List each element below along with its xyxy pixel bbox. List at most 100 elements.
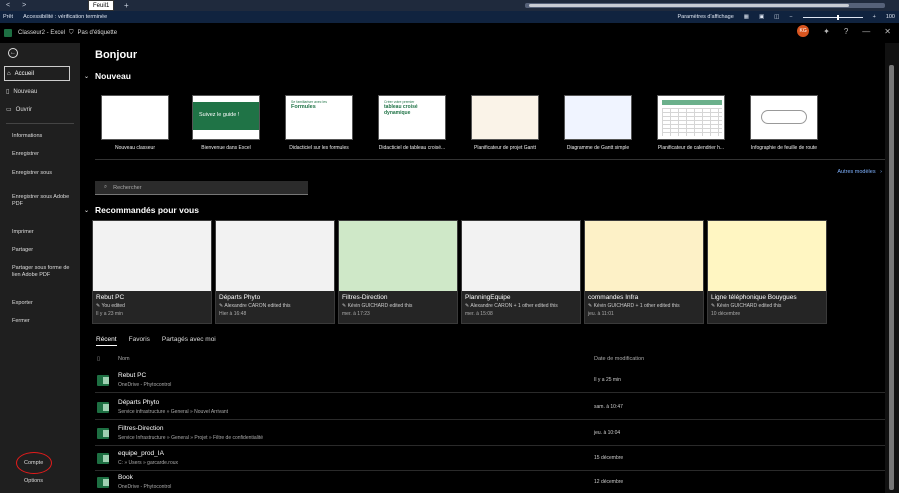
- zoom-in-icon[interactable]: +: [873, 14, 876, 20]
- template-label: Infographie de feuille de route: [750, 145, 818, 151]
- more-templates-link[interactable]: Autres modèles ›: [837, 169, 882, 175]
- nav-item-partager-lien-pdf[interactable]: Partager sous forme de lien Adobe PDF: [12, 265, 72, 279]
- template-bienvenue[interactable]: Suivez le guide ! Bienvenue dans Excel: [192, 95, 260, 151]
- nav-item-ouvrir[interactable]: ▭ Ouvrir: [6, 106, 32, 114]
- divider: [95, 159, 890, 160]
- horizontal-scrollbar[interactable]: [525, 3, 885, 8]
- add-sheet-button[interactable]: +: [124, 0, 129, 11]
- template-formules[interactable]: Se familiariser avec les Formules Didact…: [285, 95, 353, 151]
- help-icon[interactable]: ?: [844, 27, 848, 36]
- template-infographie[interactable]: Infographie de feuille de route: [750, 95, 818, 151]
- zoom-out-icon[interactable]: −: [789, 14, 792, 20]
- section-header-recommandes[interactable]: ⌄ Recommandés pour vous: [84, 205, 199, 215]
- template-tableau-croise[interactable]: Créer votre premier tableau croisé dynam…: [378, 95, 446, 151]
- sheet-tab[interactable]: Feuil1: [88, 0, 115, 11]
- nav-item-enregistrer-sous[interactable]: Enregistrer sous: [12, 170, 72, 177]
- nav-item-options[interactable]: Options: [24, 478, 84, 485]
- chevron-down-icon: ⌄: [84, 73, 90, 80]
- card-editor-text: You edited: [101, 303, 125, 309]
- nav-item-fermer[interactable]: Fermer: [12, 318, 72, 325]
- nav-item-imprimer[interactable]: Imprimer: [12, 229, 72, 236]
- file-row[interactable]: Book OneDrive - Phytocontrol 12 décembre: [95, 470, 890, 493]
- file-row[interactable]: Rebut PC OneDrive - Phytocontrol Il y a …: [95, 368, 890, 393]
- template-gantt-projet[interactable]: Planificateur de projet Gantt: [471, 95, 539, 151]
- card-editor: ✎ You edited: [93, 301, 211, 309]
- template-label: Didacticiel de tableau croisé...: [378, 145, 446, 151]
- nav-item-informations[interactable]: Informations: [12, 133, 72, 140]
- backstage-main: Bonjour ⌄ Nouveau Nouveau classeur Suive…: [80, 43, 890, 493]
- nav-item-label: Nouveau: [13, 88, 38, 95]
- card-title: Ligne téléphonique Bouygues: [711, 294, 797, 301]
- zoom-level[interactable]: 100: [886, 14, 895, 20]
- scrollbar-thumb[interactable]: [889, 65, 894, 490]
- file-row[interactable]: equipe_prod_IA C: » Users » garcarde.rou…: [95, 446, 890, 471]
- file-date: 12 décembre: [594, 479, 624, 485]
- vertical-scrollbar[interactable]: [885, 43, 899, 493]
- copilot-icon[interactable]: ✦: [823, 27, 830, 36]
- template-calendrier[interactable]: Planificateur de calendrier h...: [657, 95, 725, 151]
- display-settings[interactable]: Paramètres d'affichage: [677, 14, 733, 20]
- template-thumbnail: [750, 95, 818, 140]
- template-label: Planificateur de projet Gantt: [474, 145, 536, 151]
- recommended-card[interactable]: Filtres-Direction ✎ Kévin GUICHARD edite…: [338, 220, 458, 324]
- zoom-slider[interactable]: [802, 14, 863, 20]
- nav-item-exporter[interactable]: Exporter: [12, 300, 72, 307]
- nav-item-nouveau[interactable]: ▯ Nouveau: [6, 88, 38, 96]
- thumb-caption: tableau croisé dynamique: [384, 104, 418, 116]
- forward-arrow-icon[interactable]: >: [16, 2, 32, 9]
- back-button-icon[interactable]: ←: [8, 48, 18, 58]
- section-header-nouveau[interactable]: ⌄ Nouveau: [84, 71, 131, 81]
- normal-view-icon[interactable]: ▦: [744, 14, 749, 20]
- section-title: Recommandés pour vous: [95, 205, 199, 215]
- template-gantt-simple[interactable]: Diagramme de Gantt simple: [564, 95, 632, 151]
- home-icon: ⌂: [7, 70, 11, 77]
- file-row[interactable]: Départs Phyto Service infrastructure » G…: [95, 395, 890, 420]
- column-date[interactable]: Date de modification: [594, 356, 644, 362]
- page-break-icon[interactable]: ◫: [774, 14, 779, 20]
- recommended-card[interactable]: Ligne téléphonique Bouygues ✎ Kévin GUIC…: [707, 220, 827, 324]
- file-name: Book: [118, 474, 133, 481]
- card-title: Départs Phyto: [219, 294, 261, 301]
- nav-item-enregistrer[interactable]: Enregistrer: [12, 151, 72, 158]
- search-input[interactable]: ⌕ Rechercher: [95, 181, 308, 195]
- card-title: Rebut PC: [96, 294, 125, 301]
- recommended-card[interactable]: PlanningEquipe ✎ Alexandre CARON + 1 oth…: [461, 220, 581, 324]
- tab-partages[interactable]: Partagés avec moi: [162, 336, 216, 346]
- sensitivity-label[interactable]: Pas d'étiquette: [78, 30, 118, 36]
- nav-item-enregistrer-adobe-pdf[interactable]: Enregistrer sous Adobe PDF: [12, 194, 72, 208]
- file-name: Départs Phyto: [118, 399, 160, 406]
- close-icon[interactable]: ✕: [884, 27, 891, 36]
- accessibility-status[interactable]: Accessibilité : vérification terminée: [23, 14, 107, 20]
- status-bar: Prêt Accessibilité : vérification termin…: [0, 11, 899, 23]
- tab-recent[interactable]: Récent: [96, 336, 117, 346]
- recommended-card[interactable]: Rebut PC ✎ You edited Il y a 23 min: [92, 220, 212, 324]
- new-file-icon: ▯: [6, 89, 10, 95]
- excel-file-icon: [97, 375, 109, 386]
- back-arrow-icon[interactable]: <: [0, 2, 16, 9]
- card-editor-text: Kévin GUICHARD edited this: [347, 303, 413, 309]
- template-thumbnail: [471, 95, 539, 140]
- nav-item-accueil[interactable]: ⌂ Accueil: [4, 66, 70, 81]
- avatar[interactable]: KG: [797, 25, 810, 37]
- template-nouveau-classeur[interactable]: Nouveau classeur: [101, 95, 169, 151]
- column-name[interactable]: Nom: [118, 356, 130, 362]
- file-date: Il y a 25 min: [594, 377, 621, 383]
- minimize-icon[interactable]: —: [862, 27, 870, 36]
- nav-item-partager[interactable]: Partager: [12, 247, 72, 254]
- thumb-caption: Formules: [291, 104, 316, 110]
- recommended-card[interactable]: commandes Infra ✎ Kévin GUICHARD + 1 oth…: [584, 220, 704, 324]
- file-name: Filtres-Direction: [118, 425, 164, 432]
- card-date: mer. à 15:08: [465, 311, 493, 317]
- file-path: C: » Users » garcarde.roux: [118, 460, 179, 466]
- card-title: Filtres-Direction: [342, 294, 388, 301]
- excel-logo-icon: [4, 29, 12, 37]
- template-label: Planificateur de calendrier h...: [657, 145, 725, 151]
- card-title: commandes Infra: [588, 294, 639, 301]
- file-row[interactable]: Filtres-Direction Service Infrastructure…: [95, 421, 890, 446]
- recommended-card[interactable]: Départs Phyto ✎ Alexandre CARON edited t…: [215, 220, 335, 324]
- status-ready: Prêt: [3, 14, 14, 20]
- scrollbar-thumb[interactable]: [529, 4, 849, 7]
- file-preview: [708, 221, 826, 291]
- tab-favoris[interactable]: Favoris: [129, 336, 150, 346]
- page-layout-icon[interactable]: ▣: [759, 14, 764, 20]
